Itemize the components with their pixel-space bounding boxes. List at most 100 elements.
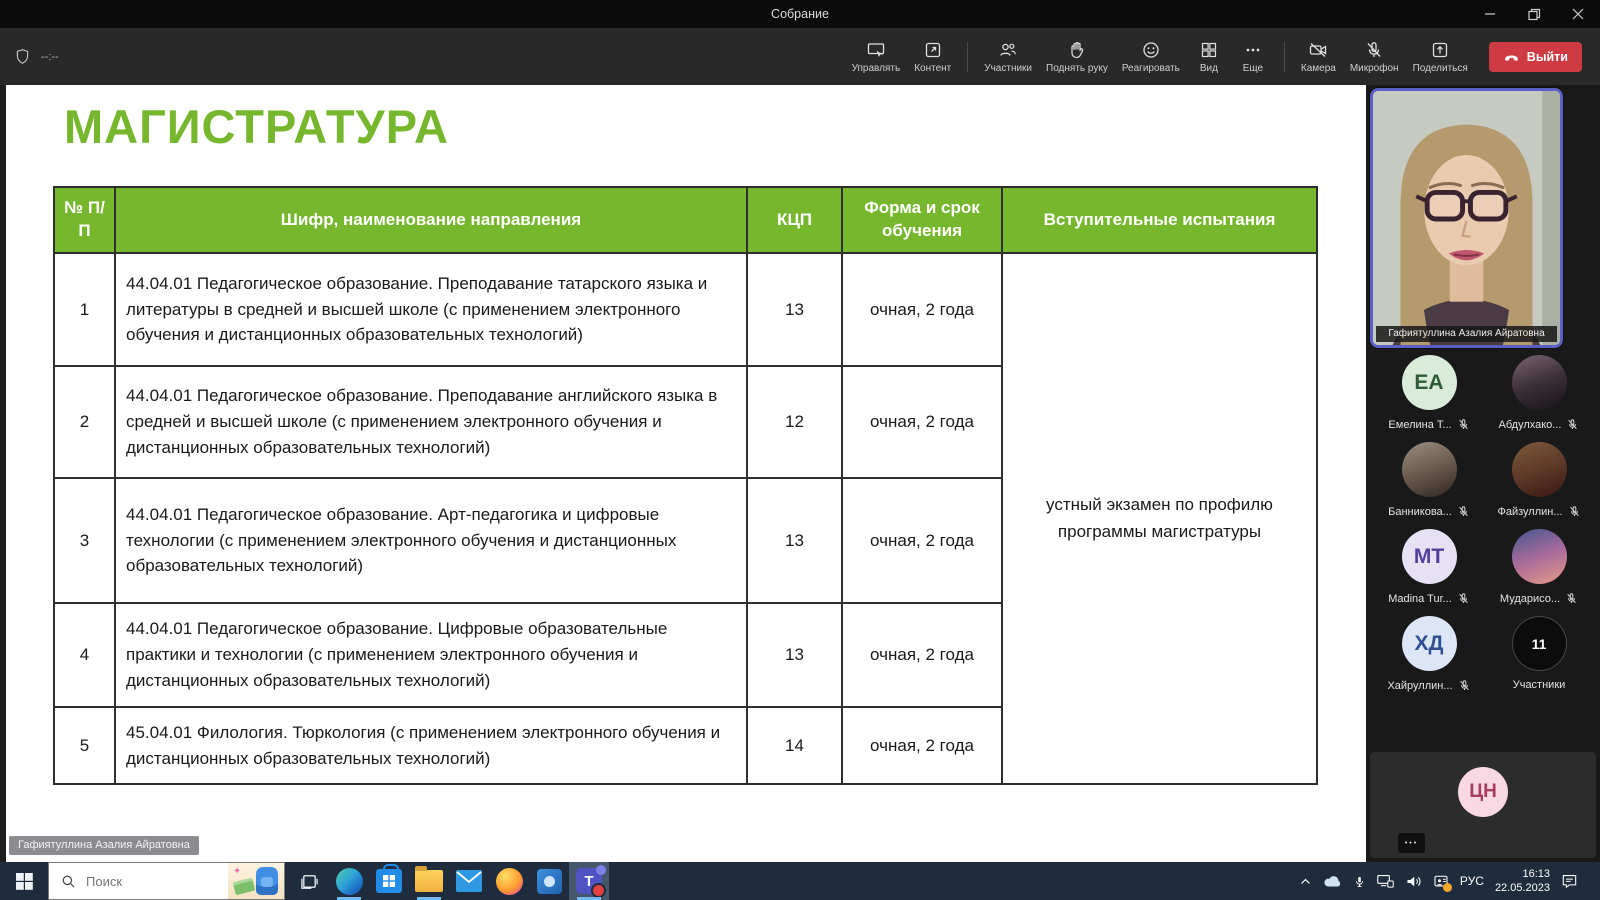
speaker-video-tile[interactable]: Гафиятуллина Азалия Айратовна — [1370, 88, 1563, 348]
tray-time: 16:13 — [1495, 867, 1550, 881]
action-center-icon[interactable] — [1561, 873, 1578, 889]
taskbar-app-explorer[interactable] — [409, 862, 449, 900]
tile-more-button[interactable]: ••• — [1398, 833, 1425, 853]
entrance-exam-cell: устный экзамен по профилю программы маги… — [1002, 253, 1317, 784]
start-button[interactable] — [0, 862, 48, 900]
content-button[interactable]: Контент — [907, 36, 958, 78]
tray-clock[interactable]: 16:13 22.05.2023 — [1495, 867, 1550, 896]
manage-button[interactable]: Управлять — [845, 36, 908, 78]
meeting-timer: --:-- — [41, 51, 59, 63]
participant-name: Абдулхако... — [1499, 419, 1562, 431]
participant-tile[interactable]: Файзуллин... — [1484, 442, 1594, 518]
table-header-row: № П/П Шифр, наименование направления КЦП… — [54, 187, 1317, 253]
restore-icon — [1528, 8, 1541, 21]
video-panel: Гафиятуллина Азалия Айратовна ЕА Емелина… — [1366, 85, 1600, 862]
search-input[interactable] — [86, 874, 206, 889]
participants-button[interactable]: Участники — [977, 36, 1039, 78]
participant-name: Madina Tur... — [1388, 593, 1452, 605]
teams-icon: T — [576, 868, 602, 894]
participant-name: Банникова... — [1388, 506, 1452, 518]
microphone-button[interactable]: Микрофон — [1343, 36, 1406, 78]
participant-avatar — [1512, 442, 1567, 497]
view-grid-icon — [1199, 40, 1219, 60]
react-button[interactable]: Реагировать — [1115, 36, 1187, 78]
tray-expand-chevron-icon[interactable] — [1299, 875, 1312, 888]
search-icon — [61, 874, 76, 889]
file-explorer-icon — [415, 870, 443, 892]
input-indicator-icon[interactable] — [1433, 874, 1449, 889]
minimize-icon — [1484, 8, 1496, 20]
taskbar-app-edge[interactable] — [329, 862, 369, 900]
photos-icon — [537, 869, 562, 894]
windows-logo-icon — [16, 873, 33, 890]
overflow-avatar: ЦН — [1458, 767, 1508, 817]
toolbar-divider — [967, 42, 968, 72]
col-header-program: Шифр, наименование направления — [115, 187, 747, 253]
meeting-stage: МАГИСТРАТУРА № П/П Шифр, наименование на… — [0, 85, 1600, 862]
participants-count-tile[interactable]: 11 Участники — [1484, 616, 1594, 692]
search-doodle-illustration: ✦ — [228, 863, 284, 899]
participant-tile[interactable]: Абдулхако... — [1484, 355, 1594, 431]
participant-tile[interactable]: ЕА Емелина Т... — [1374, 355, 1484, 431]
mic-muted-icon — [1457, 505, 1470, 518]
taskbar-app-firefox[interactable] — [489, 862, 529, 900]
col-header-num: № П/П — [54, 187, 115, 253]
participant-tile[interactable]: Банникова... — [1374, 442, 1484, 518]
taskbar-app-photos[interactable] — [529, 862, 569, 900]
edge-icon — [336, 868, 363, 895]
participant-avatar: ЕА — [1402, 355, 1457, 410]
participant-tile[interactable]: МТ Madina Tur... — [1374, 529, 1484, 605]
shared-slide: МАГИСТРАТУРА № П/П Шифр, наименование на… — [6, 85, 1366, 862]
taskbar-app-store[interactable] — [369, 862, 409, 900]
participant-avatar — [1402, 442, 1457, 497]
table-row: 1 44.04.01 Педагогическое образование. П… — [54, 253, 1317, 366]
participant-tile[interactable]: ХД Хайруллин... — [1374, 616, 1484, 692]
language-indicator[interactable]: РУС — [1460, 874, 1484, 888]
onedrive-cloud-icon[interactable] — [1323, 874, 1342, 888]
participant-name: Файзуллин... — [1497, 506, 1562, 518]
mail-icon — [456, 870, 482, 892]
taskbar-search[interactable]: ✦ — [48, 862, 285, 900]
more-button[interactable]: Еще — [1231, 36, 1275, 78]
react-smiley-icon — [1141, 40, 1161, 60]
titlebar: Собрание — [0, 0, 1600, 28]
mic-muted-icon — [1457, 592, 1470, 605]
window-title: Собрание — [0, 7, 1600, 21]
participant-name: Емелина Т... — [1388, 419, 1451, 431]
screen-manage-icon — [866, 40, 886, 60]
network-display-icon[interactable] — [1377, 874, 1394, 888]
mic-muted-icon — [1458, 679, 1471, 692]
participant-tile[interactable]: Мударисо... — [1484, 529, 1594, 605]
taskbar-app-mail[interactable] — [449, 862, 489, 900]
volume-icon[interactable] — [1405, 874, 1422, 889]
more-dots-icon — [1243, 40, 1263, 60]
taskbar-app-teams[interactable]: T — [569, 862, 609, 900]
close-icon — [1572, 8, 1584, 20]
close-button[interactable] — [1556, 0, 1600, 28]
participants-grid: ЕА Емелина Т... Абдулхако... — [1374, 355, 1594, 692]
restore-button[interactable] — [1512, 0, 1556, 28]
teams-meeting-window: Собрание --:-- Управлять Кон — [0, 0, 1600, 900]
participant-avatar — [1512, 355, 1567, 410]
content-share-icon — [923, 40, 943, 60]
participants-count-label: Участники — [1513, 679, 1566, 691]
mic-muted-icon — [1566, 418, 1579, 431]
view-button[interactable]: Вид — [1187, 36, 1231, 78]
presenter-name-tooltip: Гафиятуллина Азалия Айратовна — [9, 836, 199, 855]
participants-icon — [998, 40, 1018, 60]
participant-avatar: МТ — [1402, 529, 1457, 584]
camera-button[interactable]: Камера — [1294, 36, 1343, 78]
book-icon — [233, 878, 256, 895]
task-view-button[interactable] — [289, 862, 329, 900]
store-icon — [376, 869, 402, 893]
hangup-phone-icon — [1503, 48, 1520, 65]
minimize-button[interactable] — [1468, 0, 1512, 28]
raise-hand-button[interactable]: Поднять руку — [1039, 36, 1115, 78]
firefox-icon — [496, 868, 523, 895]
leave-button[interactable]: Выйти — [1489, 42, 1582, 72]
tray-mic-icon[interactable] — [1353, 874, 1366, 889]
mic-muted-icon — [1457, 418, 1470, 431]
toolbar-divider — [1284, 42, 1285, 72]
meeting-toolbar: --:-- Управлять Контент Участники Поднят… — [0, 28, 1600, 85]
share-button[interactable]: Поделиться — [1406, 36, 1475, 78]
